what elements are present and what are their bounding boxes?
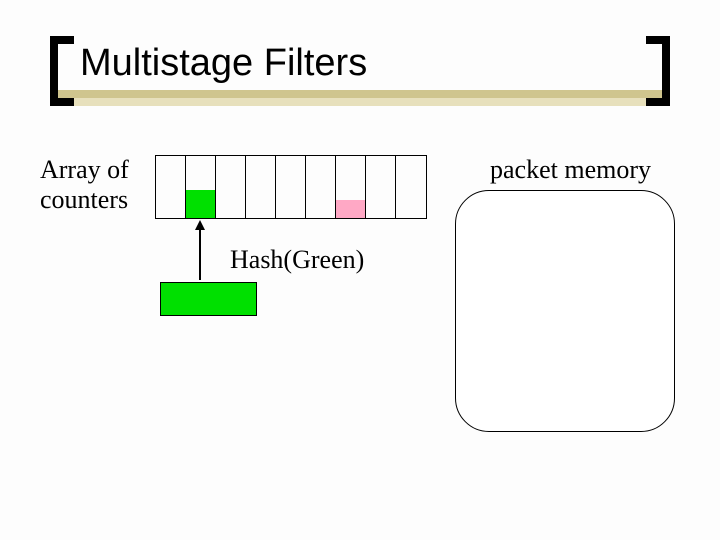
bracket-left-icon (50, 36, 74, 106)
green-packet-box (160, 282, 257, 316)
counter-cell (186, 156, 216, 218)
counter-cell (216, 156, 246, 218)
packet-memory-label: packet memory (490, 155, 690, 185)
slide-title: Multistage Filters (80, 42, 367, 85)
counter-cell (396, 156, 426, 218)
counter-cell (336, 156, 366, 218)
bracket-right-icon (646, 36, 670, 106)
counter-cell (246, 156, 276, 218)
counter-cell (306, 156, 336, 218)
counters-array (155, 155, 427, 219)
hash-arrow-icon (199, 222, 201, 280)
counter-cell (156, 156, 186, 218)
counter-cell (366, 156, 396, 218)
title-underline-light (50, 98, 670, 106)
counter-fill-pink (336, 200, 365, 218)
packet-memory-box (455, 190, 675, 432)
counter-fill-green (186, 190, 215, 218)
title-underline-dark (50, 90, 670, 98)
array-of-counters-label: Array of counters (40, 155, 150, 215)
title-bar: Multistage Filters (50, 36, 670, 108)
hash-green-label: Hash(Green) (230, 245, 364, 275)
counter-cell (276, 156, 306, 218)
